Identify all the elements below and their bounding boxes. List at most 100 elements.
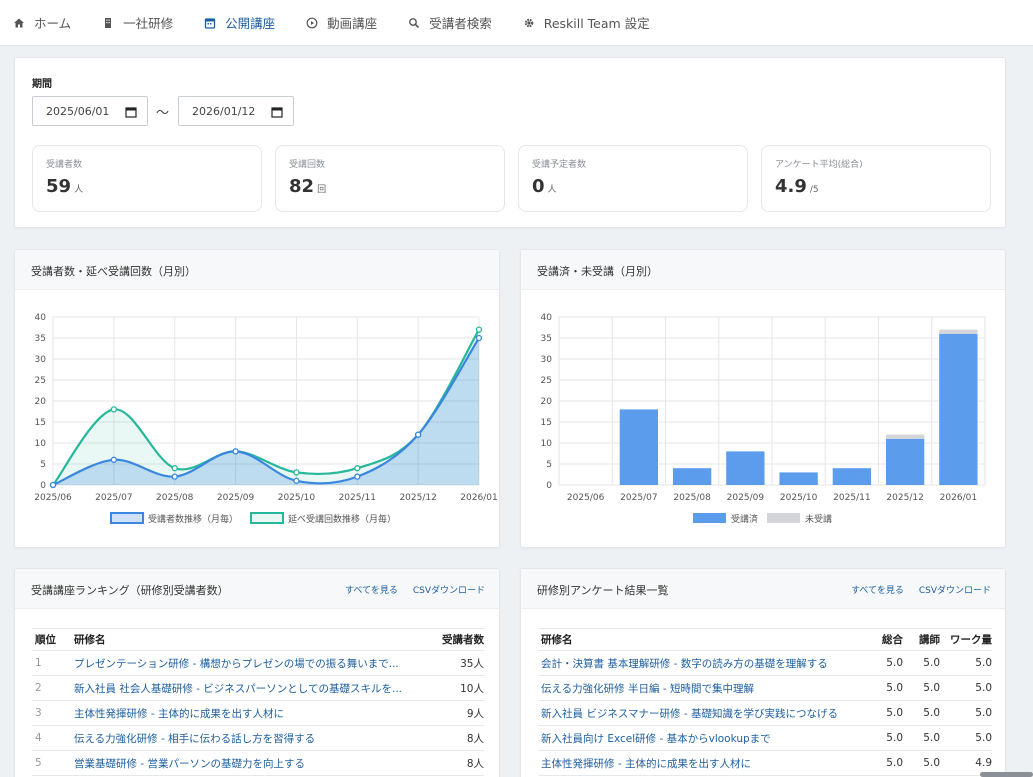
count-cell: 10人 <box>429 675 484 701</box>
card-header: 受講者数・延べ受講回数（月別） <box>15 250 499 290</box>
course-link[interactable]: 主体性発揮研修 - 主体的に成果を出す人材に <box>74 700 429 726</box>
data-point[interactable] <box>232 448 239 455</box>
table-row: 1 プレゼンテーション研修 - 構想からプレゼンの場での振る舞いまで... 35人 <box>32 650 484 676</box>
bar-completed[interactable] <box>832 468 872 485</box>
bar-completed[interactable] <box>779 472 818 485</box>
x-tick-label: 2025/10 <box>278 493 316 503</box>
stat-value-wrap: 82 回 <box>289 176 326 197</box>
total-score-cell: 5.0 <box>861 750 903 776</box>
legend-label: 受講済 <box>731 513 758 525</box>
table-row: 新入社員向け Excel研修 - 基本からvlookupまで 5.0 5.0 5.0 <box>538 725 992 751</box>
view-all-link[interactable]: すべてを見る <box>851 583 904 596</box>
stat-label: 受講予定者数 <box>532 160 587 170</box>
workload-score-cell: 5.0 <box>940 700 992 726</box>
card-title: 受講講座ランキング（研修別受講者数） <box>31 584 229 597</box>
lecturer-score-cell: 5.0 <box>903 750 940 776</box>
legend-label: 未受講 <box>805 513 832 525</box>
bar-chart-card: 受講済・未受講（月別） 0 5 10 15 20 25 30 35 40 2025/06 2025/… <box>520 249 1006 548</box>
nav-item-public-courses[interactable]: 公開講座 <box>203 13 275 32</box>
stat-value: 82 <box>289 176 315 197</box>
data-point[interactable] <box>354 473 361 480</box>
bar-not-completed[interactable] <box>885 434 925 439</box>
col-name: 研修名 <box>74 628 429 651</box>
survey-card: 研修別アンケート結果一覧 すべてを見る CSVダウンロード 研修名 総合 講師 … <box>520 568 1006 777</box>
data-point[interactable] <box>49 481 57 489</box>
x-tick-label: 2025/11 <box>339 493 376 503</box>
course-link[interactable]: 新入社員 社会人基礎研修 - ビジネスパーソンとしての基礎スキルを... <box>74 675 429 701</box>
data-point[interactable] <box>110 456 118 463</box>
course-link[interactable]: プレゼンテーション研修 - 構想からプレゼンの場での振る舞いまで... <box>74 650 429 676</box>
data-point[interactable] <box>354 465 361 472</box>
stat-value: 0 <box>532 176 545 197</box>
bar-chart: 0 5 10 15 20 25 30 35 40 2025/06 2025/07 2025/08 202… <box>541 313 986 525</box>
nav-item-home[interactable]: ホーム <box>12 13 71 32</box>
course-link[interactable]: 伝える力強化研修 半日編 - 短時間で集中理解 <box>538 675 861 701</box>
rank-cell: 1 <box>32 650 74 676</box>
x-tick-label: 2025/12 <box>886 493 923 503</box>
period-stats-card: 期間 2025/06/01 〜 2026/01/12 受講者数 59 人 受講回数… <box>14 57 1006 228</box>
y-tick-label: 15 <box>35 418 46 428</box>
data-point[interactable] <box>293 477 300 484</box>
data-point[interactable] <box>414 431 422 438</box>
data-point[interactable] <box>475 334 483 342</box>
calendar-icon[interactable] <box>125 106 137 118</box>
end-date-value: 2026/01/12 <box>192 104 256 118</box>
stat-sessions: 受講回数 82 回 <box>275 145 505 212</box>
course-link[interactable]: 主体性発揮研修 - 主体的に成果を出す人材に <box>538 750 861 776</box>
data-point[interactable] <box>293 469 300 476</box>
bar-not-completed[interactable] <box>939 329 978 334</box>
nav-item-label: Reskill Team 設定 <box>543 16 650 31</box>
y-tick-label: 25 <box>35 376 46 386</box>
workload-score-cell: 5.0 <box>940 650 992 676</box>
y-tick-label: 35 <box>35 334 46 344</box>
stat-value: 4.9 <box>775 176 807 197</box>
table-row: 2 新入社員 社会人基礎研修 - ビジネスパーソンとしての基礎スキルを... 10人 <box>32 675 484 701</box>
course-link[interactable]: 営業基礎研修 - 営業パーソンの基礎力を向上する <box>74 750 429 776</box>
nav-item-team-settings[interactable]: Reskill Team 設定 <box>522 13 650 32</box>
col-count: 受講者数 <box>429 628 484 651</box>
x-tick-label: 2025/09 <box>217 493 255 503</box>
legend-swatch <box>767 513 800 523</box>
data-point[interactable] <box>110 406 118 413</box>
card-title: 受講者数・延べ受講回数（月別） <box>31 265 196 278</box>
stat-unit: /5 <box>809 185 819 195</box>
scrollbar-thumb[interactable] <box>980 772 1033 777</box>
nav-item-video-courses[interactable]: 動画講座 <box>305 13 377 32</box>
nav-item-corporate-training[interactable]: 一社研修 <box>101 13 173 32</box>
data-point[interactable] <box>475 326 483 333</box>
stat-label: 受講者数 <box>46 160 83 170</box>
line-chart: 0 5 10 15 20 25 30 35 40 2025/06 2025/07 2025/08 202… <box>34 313 497 525</box>
csv-download-link[interactable]: CSVダウンロード <box>413 583 485 596</box>
course-link[interactable]: 新入社員向け Excel研修 - 基本からvlookupまで <box>538 725 861 751</box>
bar-completed[interactable] <box>885 438 925 485</box>
view-all-link[interactable]: すべてを見る <box>345 583 398 596</box>
rank-cell: 4 <box>32 725 74 751</box>
bar-completed[interactable] <box>672 468 712 485</box>
legend-label: 延べ受講回数推移（月毎） <box>288 513 396 525</box>
nav-item-participant-search[interactable]: 受講者検索 <box>407 13 492 32</box>
stat-unit: 人 <box>74 185 84 195</box>
date-separator: 〜 <box>156 106 170 121</box>
ranking-table: 順位 研修名 受講者数 1 プレゼンテーション研修 - 構想からプレゼンの場での振… <box>32 628 484 776</box>
legend-swatch <box>110 512 144 524</box>
csv-download-link[interactable]: CSVダウンロード <box>919 583 991 596</box>
y-tick-label: 30 <box>541 355 553 365</box>
course-link[interactable]: 伝える力強化研修 - 相手に伝わる話し方を習得する <box>74 725 429 751</box>
data-point[interactable] <box>171 465 178 472</box>
x-tick-label: 2025/06 <box>34 493 72 503</box>
lecturer-score-cell: 5.0 <box>903 650 940 676</box>
course-link[interactable]: 会計・決算書 基本理解研修 - 数字の読み方の基礎を理解する <box>538 650 861 676</box>
end-date-input[interactable]: 2026/01/12 <box>178 96 294 126</box>
bar-completed[interactable] <box>726 451 765 485</box>
calendar-icon[interactable] <box>271 106 283 118</box>
data-point[interactable] <box>171 473 178 480</box>
play-circle-icon <box>305 16 319 30</box>
bar-completed[interactable] <box>939 333 978 485</box>
table-row: 5 営業基礎研修 - 営業パーソンの基礎力を向上する 8人 <box>32 750 484 776</box>
x-tick-label: 2025/12 <box>399 493 436 503</box>
y-tick-label: 10 <box>35 439 47 449</box>
start-date-input[interactable]: 2025/06/01 <box>32 96 148 126</box>
course-link[interactable]: 新入社員 ビジネスマナー研修 - 基礎知識を学び実践につなげる <box>538 700 861 726</box>
y-tick-label: 40 <box>541 313 553 323</box>
bar-completed[interactable] <box>619 409 659 485</box>
